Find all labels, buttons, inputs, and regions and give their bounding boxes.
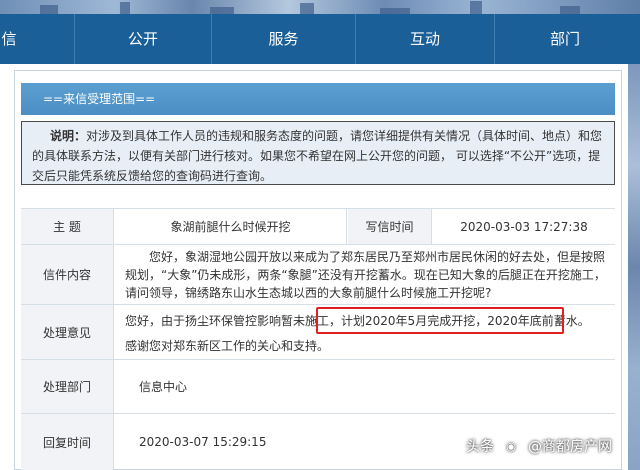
notice-box: 说明：对涉及到具体工作人员的违规和服务态度的问题，请您详细提供有关情况（具体时间… <box>21 121 615 185</box>
content-label: 信件内容 <box>21 245 114 304</box>
header-banner-photo <box>0 0 640 14</box>
nav-item-service[interactable]: 服务 <box>212 14 355 64</box>
reply-line-2: 感谢您对郑东新区工作的关心和支持。 <box>125 338 329 354</box>
content-text: 您好，象湖湿地公园开放以来成为了郑东居民乃至郑州市居民休闲的好去处，但是按照规划… <box>125 250 606 300</box>
dept-value: 信息中心 <box>139 360 539 413</box>
nav-item-info[interactable]: 信 <box>0 14 24 64</box>
letter-detail-panel: ==来信受理范围== 说明：对涉及到具体工作人员的违规和服务态度的问题，请您详细… <box>14 70 622 470</box>
watermark-account: @商都房产网 <box>528 439 612 455</box>
notice-text: 对涉及到具体工作人员的违规和服务态度的问题，请您详细提供有关情况（具体时间、地点… <box>32 129 603 183</box>
subject-label: 主 题 <box>21 209 114 244</box>
reply-text-a: 您好，由于扬尘环保管控影响暂未施工， <box>125 314 342 328</box>
dept-text: 信息中心 <box>139 380 188 394</box>
highlight-annotation-box <box>316 307 564 334</box>
content-value: 您好，象湖湿地公园开放以来成为了郑东居民乃至郑州市居民休闲的好去处，但是按照规划… <box>125 245 611 304</box>
notice-label: 说明： <box>50 129 87 143</box>
reply-time-text: 2020-03-07 15:29:15 <box>139 435 267 449</box>
watermark-prefix: 头条 <box>466 439 494 455</box>
table-row-department: 处理部门 信息中心 <box>21 359 615 413</box>
dept-label: 处理部门 <box>21 360 114 413</box>
nav-item-interact[interactable]: 互动 <box>356 14 494 64</box>
panel-title: ==来信受理范围== <box>21 83 615 115</box>
reply-label: 处理意见 <box>21 305 114 359</box>
nav-item-department[interactable]: 部门 <box>495 14 635 64</box>
date-label: 写信时间 <box>348 209 432 244</box>
date-value: 2020-03-03 17:27:38 <box>433 209 615 244</box>
subject-text: 象湖前腿什么时候开挖 <box>170 220 291 234</box>
reply-thanks-text: 感谢您对郑东新区工作的关心和支持。 <box>125 339 330 353</box>
date-text: 2020-03-03 17:27:38 <box>460 219 588 234</box>
subject-value: 象湖前腿什么时候开挖 <box>115 209 347 244</box>
table-row-content: 信件内容 您好，象湖湿地公园开放以来成为了郑东居民乃至郑州市居民休闲的好去处，但… <box>21 244 615 304</box>
table-row-subject: 主 题 象湖前腿什么时候开挖 写信时间 2020-03-03 17:27:38 <box>21 208 615 244</box>
nav-item-public[interactable]: 公开 <box>75 14 211 64</box>
camera-icon: ◉ <box>498 437 524 457</box>
source-watermark: 头条 ◉ @商都房产网 <box>466 433 612 461</box>
main-nav: 信 公开 服务 互动 部门 <box>0 14 640 64</box>
reply-time-label: 回复时间 <box>21 414 114 470</box>
side-decor-photo <box>628 64 640 470</box>
date-label-text: 写信时间 <box>365 220 414 234</box>
